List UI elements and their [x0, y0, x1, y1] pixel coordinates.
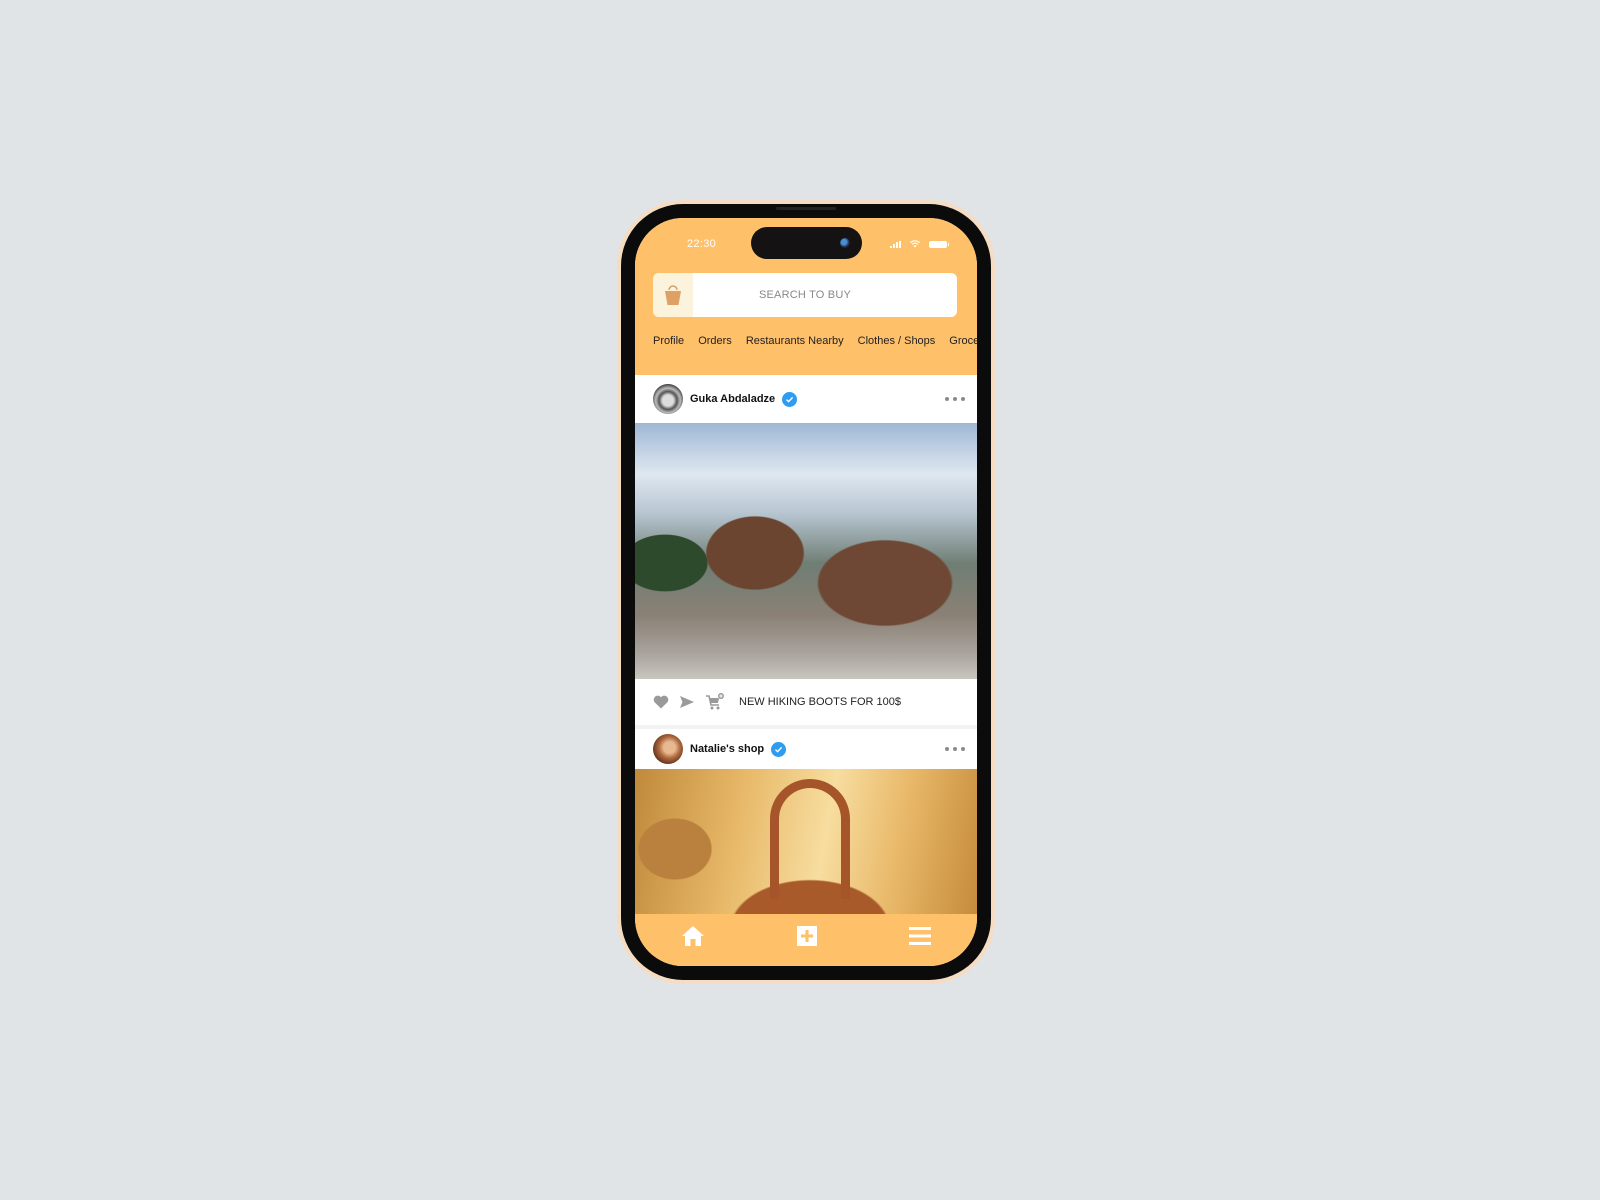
post-image[interactable]: [635, 769, 977, 919]
post-header: Guka Abdaladze: [635, 375, 977, 423]
verified-badge-icon: [782, 391, 798, 407]
post-username[interactable]: Natalie's shop: [690, 743, 764, 755]
add-icon[interactable]: [796, 925, 818, 947]
wifi-icon: [909, 240, 921, 248]
category-clothes-shops[interactable]: Clothes / Shops: [858, 335, 936, 347]
add-to-cart-icon[interactable]: [705, 693, 725, 711]
camera-icon: [840, 238, 850, 248]
avatar[interactable]: [653, 384, 683, 414]
more-options-icon[interactable]: [945, 747, 965, 751]
app-screen: 22:30 SEARCH TO BUY Profile Orders Resta…: [635, 218, 977, 966]
phone-mockup: 22:30 SEARCH TO BUY Profile Orders Resta…: [617, 200, 995, 984]
app-header: 22:30 SEARCH TO BUY Profile Orders Resta…: [635, 218, 977, 375]
phone-frame: 22:30 SEARCH TO BUY Profile Orders Resta…: [621, 204, 991, 980]
home-icon[interactable]: [681, 925, 705, 947]
category-profile[interactable]: Profile: [653, 335, 684, 347]
send-icon[interactable]: [679, 695, 695, 709]
feed-post: Guka Abdaladze NEW HIKING BOOTS FOR 100$: [635, 375, 977, 725]
more-options-icon[interactable]: [945, 397, 965, 401]
signal-icon: [890, 240, 901, 248]
search-bar[interactable]: SEARCH TO BUY: [653, 273, 957, 317]
category-orders[interactable]: Orders: [698, 335, 732, 347]
post-caption: NEW HIKING BOOTS FOR 100$: [739, 696, 901, 708]
status-icons: [890, 240, 949, 248]
bag-handle-graphic: [770, 779, 850, 899]
category-nav: Profile Orders Restaurants Nearby Clothe…: [653, 335, 977, 347]
status-time: 22:30: [687, 238, 717, 250]
post-username[interactable]: Guka Abdaladze: [690, 393, 775, 405]
heart-icon[interactable]: [653, 695, 669, 709]
feed-post: Natalie's shop: [635, 729, 977, 919]
post-actions: NEW HIKING BOOTS FOR 100$: [635, 679, 977, 725]
search-input[interactable]: SEARCH TO BUY: [693, 289, 957, 301]
category-groceries[interactable]: Groceries: [949, 335, 977, 347]
verified-badge-icon: [771, 741, 787, 757]
post-image[interactable]: [635, 423, 977, 679]
category-restaurants-nearby[interactable]: Restaurants Nearby: [746, 335, 844, 347]
menu-icon[interactable]: [909, 926, 932, 946]
status-bar: 22:30: [635, 218, 977, 272]
battery-icon: [929, 240, 949, 248]
avatar[interactable]: [653, 734, 683, 764]
post-header: Natalie's shop: [635, 729, 977, 769]
bottom-nav: [635, 914, 977, 966]
speaker-grille: [776, 207, 836, 210]
dynamic-island: [751, 227, 862, 259]
shopping-bag-icon: [653, 273, 693, 317]
